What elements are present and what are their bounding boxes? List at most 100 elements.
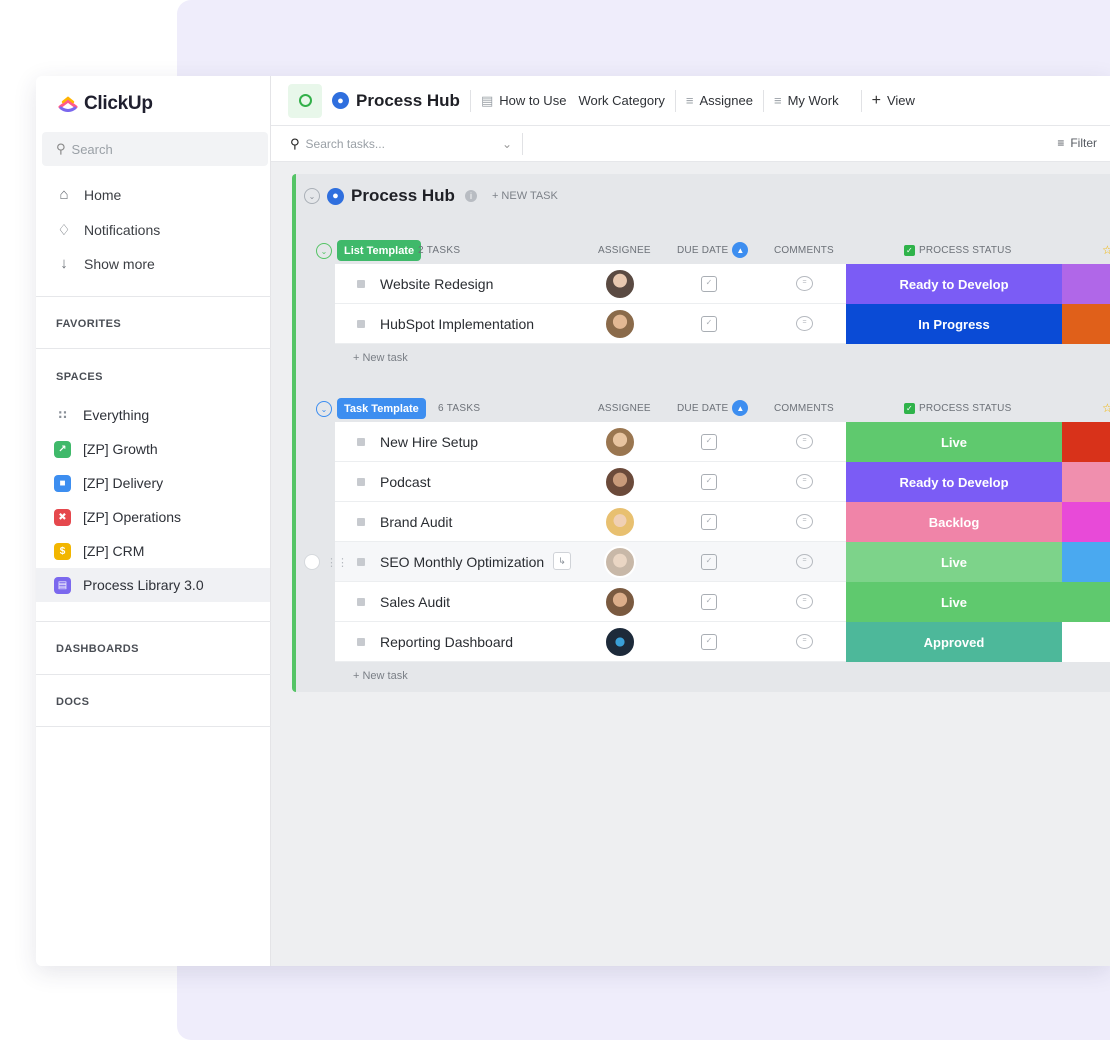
group-label[interactable]: List Template — [337, 240, 422, 261]
logo[interactable]: ClickUp — [58, 92, 153, 116]
status-square-icon[interactable] — [357, 478, 365, 486]
status-badge[interactable]: Ready to Develop — [846, 462, 1062, 502]
status-badge[interactable]: Backlog — [846, 502, 1062, 542]
collapse-icon[interactable]: ⌄ — [304, 188, 320, 204]
new-task-button[interactable]: + NEW TASK — [492, 190, 558, 202]
add-view-button[interactable]: + View — [872, 92, 915, 110]
avatar[interactable] — [604, 308, 636, 340]
status-square-icon[interactable] — [357, 280, 365, 288]
add-task-link[interactable]: + New task — [353, 670, 408, 682]
task-name[interactable]: New Hire Setup — [380, 434, 478, 450]
priority-cell[interactable] — [1062, 622, 1110, 662]
calendar-icon[interactable]: ✓ — [701, 474, 717, 490]
priority-cell[interactable] — [1062, 264, 1110, 304]
status-square-icon[interactable] — [357, 518, 365, 526]
task-name[interactable]: Brand Audit — [380, 514, 452, 530]
table-row[interactable]: Reporting Dashboard ✓ = Approved — [335, 622, 1110, 662]
table-row[interactable]: Sales Audit ✓ = Live — [335, 582, 1110, 622]
status-badge[interactable]: Live — [846, 542, 1062, 582]
sort-icon[interactable]: ▲ — [732, 242, 749, 258]
page-title[interactable]: ● Process Hub — [332, 91, 460, 111]
comment-icon[interactable]: = — [796, 474, 813, 489]
avatar[interactable] — [604, 546, 636, 578]
tab-my-work[interactable]: ≡ My Work — [774, 93, 839, 108]
calendar-icon[interactable]: ✓ — [701, 514, 717, 530]
calendar-icon[interactable]: ✓ — [701, 316, 717, 332]
status-toggle-button[interactable] — [288, 83, 322, 118]
status-badge[interactable]: Live — [846, 582, 1062, 622]
comment-icon[interactable]: = — [796, 554, 813, 569]
status-square-icon[interactable] — [357, 598, 365, 606]
space-process-library[interactable]: ▤ Process Library 3.0 — [36, 568, 270, 602]
priority-cell[interactable] — [1062, 502, 1110, 542]
star-icon[interactable]: ☆ — [1102, 243, 1110, 257]
calendar-icon[interactable]: ✓ — [701, 594, 717, 610]
task-name[interactable]: Reporting Dashboard — [380, 634, 513, 650]
comment-icon[interactable]: = — [796, 316, 813, 331]
subtask-icon[interactable]: ↳ — [553, 552, 571, 570]
priority-cell[interactable] — [1062, 422, 1110, 462]
priority-cell[interactable] — [1062, 304, 1110, 344]
add-task-link[interactable]: + New task — [353, 352, 408, 364]
status-square-icon[interactable] — [357, 558, 365, 566]
table-row[interactable]: New Hire Setup ✓ = Live — [335, 422, 1110, 462]
comment-icon[interactable]: = — [796, 634, 813, 649]
board-title[interactable]: Process Hub — [351, 186, 455, 206]
status-square-icon[interactable] — [357, 438, 365, 446]
comment-icon[interactable]: = — [796, 514, 813, 529]
column-process-status[interactable]: ✓ PROCESS STATUS — [904, 403, 1011, 414]
star-icon[interactable]: ☆ — [1102, 401, 1110, 415]
table-row[interactable]: Website Redesign ✓ = Ready to Develop — [335, 264, 1110, 304]
table-row[interactable]: Podcast ✓ = Ready to Develop — [335, 462, 1110, 502]
select-checkbox[interactable] — [304, 554, 320, 570]
tab-how-to-use[interactable]: ▤ How to Use — [481, 93, 567, 109]
status-badge[interactable]: Live — [846, 422, 1062, 462]
avatar[interactable] — [604, 426, 636, 458]
tab-assignee[interactable]: ≡ Assignee — [686, 93, 753, 108]
calendar-icon[interactable]: ✓ — [701, 276, 717, 292]
task-name[interactable]: HubSpot Implementation — [380, 316, 534, 332]
space-crm[interactable]: $ [ZP] CRM — [36, 534, 270, 568]
column-assignee[interactable]: ASSIGNEE — [598, 403, 651, 414]
column-comments[interactable]: COMMENTS — [774, 245, 834, 256]
comment-icon[interactable]: = — [796, 434, 813, 449]
drag-handle-icon[interactable]: ⋮⋮ — [326, 556, 348, 569]
calendar-icon[interactable]: ✓ — [701, 634, 717, 650]
avatar[interactable] — [604, 506, 636, 538]
group-label[interactable]: Task Template — [337, 398, 426, 419]
avatar[interactable] — [604, 626, 636, 658]
column-comments[interactable]: COMMENTS — [774, 403, 834, 414]
tab-work-category[interactable]: Work Category — [578, 93, 664, 108]
filter-button[interactable]: ≡ Filter — [1057, 136, 1097, 150]
collapse-icon[interactable]: ⌄ — [316, 243, 332, 259]
priority-cell[interactable] — [1062, 542, 1110, 582]
column-due-date[interactable]: DUE DATE ▲ — [677, 242, 749, 258]
task-search-input[interactable]: ⚲ Search tasks... ⌄ — [290, 136, 522, 152]
sidebar-search[interactable]: ⚲ Search — [42, 132, 268, 166]
spaces-label[interactable]: SPACES — [56, 371, 103, 383]
column-due-date[interactable]: DUE DATE ▲ — [677, 400, 749, 416]
nav-show-more[interactable]: ↓ Show more — [56, 255, 155, 272]
priority-cell[interactable] — [1062, 462, 1110, 502]
nav-home[interactable]: ⌂ Home — [56, 186, 121, 203]
status-badge[interactable]: Ready to Develop — [846, 264, 1062, 304]
space-growth[interactable]: ↗ [ZP] Growth — [36, 432, 270, 466]
docs-label[interactable]: DOCS — [56, 696, 89, 708]
status-square-icon[interactable] — [357, 638, 365, 646]
column-process-status[interactable]: ✓ PROCESS STATUS — [904, 245, 1011, 256]
task-name[interactable]: Sales Audit — [380, 594, 450, 610]
nav-notifications[interactable]: ♢ Notifications — [56, 221, 160, 239]
avatar[interactable] — [604, 466, 636, 498]
chevron-down-icon[interactable]: ⌄ — [502, 137, 512, 151]
comment-icon[interactable]: = — [796, 594, 813, 609]
status-badge[interactable]: Approved — [846, 622, 1062, 662]
task-name[interactable]: Podcast — [380, 474, 431, 490]
table-row[interactable]: Brand Audit ✓ = Backlog — [335, 502, 1110, 542]
table-row[interactable]: HubSpot Implementation ✓ = In Progress — [335, 304, 1110, 344]
comment-icon[interactable]: = — [796, 276, 813, 291]
favorites-label[interactable]: FAVORITES — [56, 318, 121, 330]
dashboards-label[interactable]: DASHBOARDS — [56, 643, 139, 655]
task-name[interactable]: Website Redesign — [380, 276, 493, 292]
calendar-icon[interactable]: ✓ — [701, 554, 717, 570]
status-badge[interactable]: In Progress — [846, 304, 1062, 344]
